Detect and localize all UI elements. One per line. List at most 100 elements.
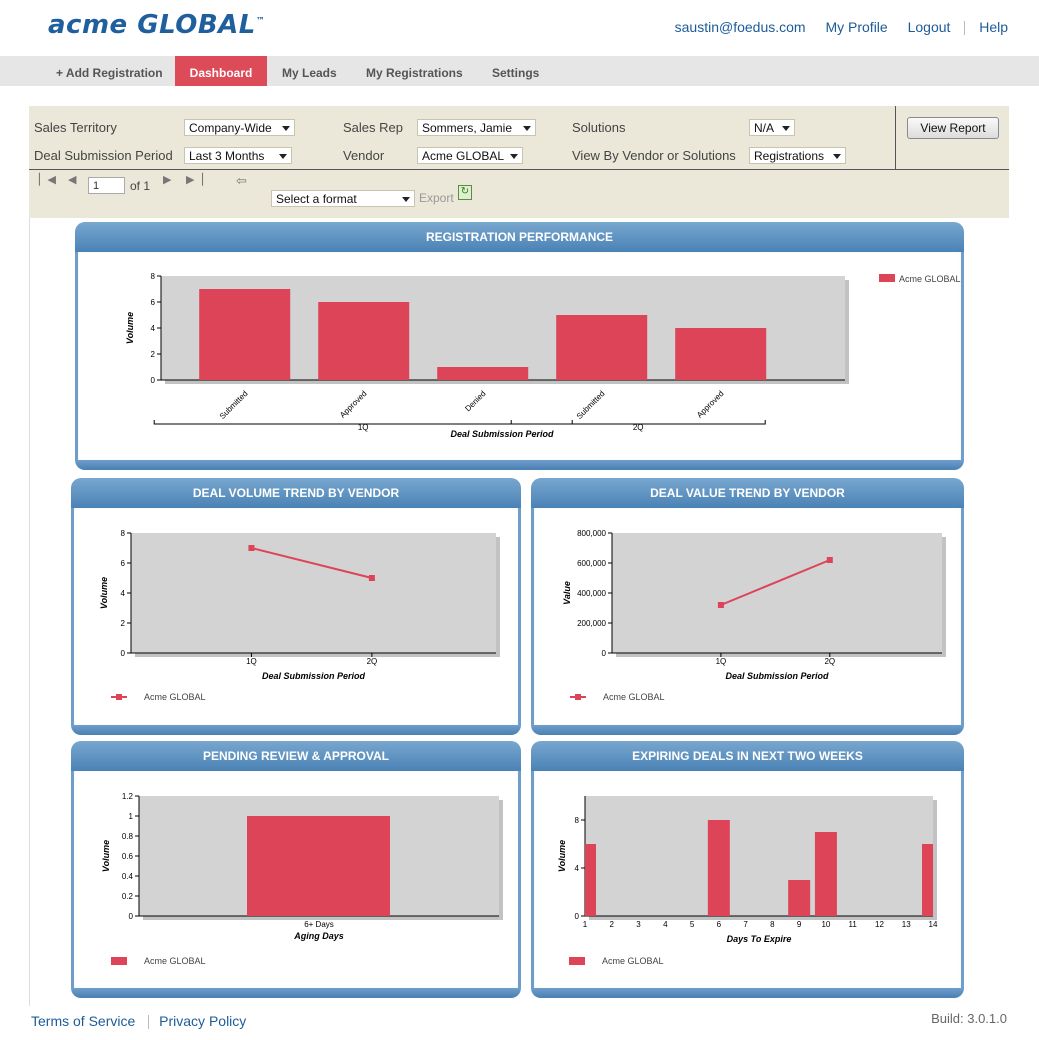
x-axis-label: Deal Submission Period xyxy=(262,671,366,681)
view-report-button[interactable]: View Report xyxy=(907,117,999,139)
panel-title: EXPIRING DEALS IN NEXT TWO WEEKS xyxy=(531,741,964,771)
x-tick-label: 6+ Days xyxy=(304,920,334,929)
filter-divider xyxy=(895,106,896,170)
x-tick-label: 13 xyxy=(902,920,911,929)
y-tick-label: 8 xyxy=(575,816,580,825)
tab-settings[interactable]: Settings xyxy=(492,56,539,86)
y-axis-label: Volume xyxy=(99,577,109,609)
registration-performance-chart: 0 2 4 6 8 Volume Submitted Approved Denied Submit… xyxy=(125,272,961,439)
page-number-input[interactable]: 1 xyxy=(88,177,125,194)
x-tick-label: 3 xyxy=(636,920,641,929)
terms-link[interactable]: Terms of Service xyxy=(31,1013,135,1029)
next-page-icon[interactable]: ▶ xyxy=(163,173,171,186)
deal-volume-trend-chart: 0 2 4 6 8 Volume 1Q 2QDeal Submission Period Acm… xyxy=(99,529,500,702)
user-email-link[interactable]: saustin@foedus.com xyxy=(675,19,806,35)
x-axis-label: Deal Submission Period xyxy=(450,429,554,439)
bar xyxy=(437,367,529,380)
view-by-label: View By Vendor or Solutions xyxy=(572,148,736,163)
panel-footer xyxy=(71,988,521,998)
build-version: Build: 3.0.1.0 xyxy=(931,1011,1007,1026)
pending-review-chart: 0 0.2 0.4 0.6 0.8 1 1.2 Volume 6+ Days Aging Days… xyxy=(101,792,503,966)
chevron-down-icon xyxy=(279,154,287,159)
chevron-down-icon xyxy=(402,197,410,202)
y-tick-label: 1.2 xyxy=(122,792,134,801)
content-left-rule xyxy=(29,218,30,1006)
y-tick-label: 4 xyxy=(575,864,580,873)
vendor-label: Vendor xyxy=(343,148,385,163)
y-axis-label: Volume xyxy=(125,312,135,344)
panel-pending-review: PENDING REVIEW & APPROVAL 0 0.2 0.4 0.6 0.8 1… xyxy=(71,741,521,998)
y-tick-label: 4 xyxy=(151,324,156,333)
y-tick-label: 8 xyxy=(151,272,156,281)
legend-label: Acme GLOBAL xyxy=(602,956,664,966)
x-tick-label: 7 xyxy=(743,920,748,929)
data-point xyxy=(248,545,255,551)
export-link[interactable]: Export xyxy=(419,191,454,205)
my-profile-link[interactable]: My Profile xyxy=(825,19,887,35)
x-tick-label: 1Q xyxy=(716,657,727,666)
panel-expiring-deals: EXPIRING DEALS IN NEXT TWO WEEKS 0 4 8 Volu… xyxy=(531,741,964,998)
solutions-select[interactable]: N/A xyxy=(749,119,795,136)
data-point xyxy=(717,602,724,608)
bar xyxy=(814,832,837,916)
panel-footer xyxy=(531,988,964,998)
y-tick-label: 0 xyxy=(602,649,607,658)
y-tick-label: 2 xyxy=(151,350,156,359)
chevron-down-icon xyxy=(523,126,531,131)
legend-swatch xyxy=(111,957,127,965)
x-tick-label: Approved xyxy=(338,389,369,420)
legend-marker xyxy=(116,694,122,700)
chevron-down-icon xyxy=(510,154,518,159)
y-tick-label: 8 xyxy=(121,529,126,538)
x-tick-label: 2Q xyxy=(824,657,835,666)
last-page-icon[interactable]: ▶▕ xyxy=(186,173,203,186)
y-tick-label: 0 xyxy=(129,912,134,921)
tab-my-leads[interactable]: My Leads xyxy=(282,56,337,86)
view-by-select[interactable]: Registrations xyxy=(749,147,846,164)
privacy-link[interactable]: Privacy Policy xyxy=(159,1013,246,1029)
top-links: saustin@foedus.com My Profile Logout Hel… xyxy=(659,19,1008,36)
legend-swatch xyxy=(879,274,895,282)
vendor-select[interactable]: Acme GLOBAL xyxy=(417,147,523,164)
group-label: 2Q xyxy=(633,423,644,432)
x-tick-label: 2 xyxy=(610,920,615,929)
bar xyxy=(585,844,596,916)
y-tick-label: 1 xyxy=(129,812,134,821)
bar xyxy=(556,315,648,380)
bar xyxy=(675,328,767,380)
bar xyxy=(318,302,410,380)
x-tick-label: 6 xyxy=(717,920,722,929)
x-tick-label: Submitted xyxy=(575,389,607,421)
logout-link[interactable]: Logout xyxy=(908,19,951,35)
x-axis-label: Days To Expire xyxy=(727,934,792,944)
tab-add-registration[interactable]: + Add Registration xyxy=(56,56,163,86)
sales-territory-select[interactable]: Company-Wide xyxy=(184,119,295,136)
first-page-icon[interactable]: ▏◀ xyxy=(39,173,56,186)
help-link[interactable]: Help xyxy=(979,19,1008,35)
group-label: 1Q xyxy=(358,423,369,432)
panel-title: DEAL VOLUME TREND BY VENDOR xyxy=(71,478,521,508)
sales-rep-select[interactable]: Sommers, Jamie xyxy=(417,119,536,136)
x-tick-label: 10 xyxy=(821,920,830,929)
y-tick-label: 4 xyxy=(121,589,126,598)
chevron-down-icon xyxy=(782,126,790,131)
y-tick-label: 0 xyxy=(121,649,126,658)
tab-my-registrations[interactable]: My Registrations xyxy=(366,56,463,86)
y-axis-label: Value xyxy=(562,581,572,605)
sales-territory-label: Sales Territory xyxy=(34,120,117,135)
prev-page-icon[interactable]: ◀ xyxy=(68,173,76,186)
back-to-parent-icon[interactable]: ⇦ xyxy=(236,173,247,189)
y-tick-label: 400,000 xyxy=(577,589,606,598)
x-tick-label: 2Q xyxy=(367,657,378,666)
footer-divider xyxy=(147,1014,149,1029)
refresh-icon[interactable]: ↻ xyxy=(458,185,472,200)
panel-footer xyxy=(531,725,964,735)
deal-period-select[interactable]: Last 3 Months xyxy=(184,147,292,164)
chevron-down-icon xyxy=(833,154,841,159)
tab-dashboard[interactable]: Dashboard xyxy=(175,56,267,86)
legend-label: Acme GLOBAL xyxy=(144,956,206,966)
y-tick-label: 6 xyxy=(151,298,156,307)
export-format-select[interactable]: Select a format xyxy=(271,190,415,207)
x-tick-label: 1Q xyxy=(246,657,257,666)
x-tick-label: 11 xyxy=(849,920,858,929)
